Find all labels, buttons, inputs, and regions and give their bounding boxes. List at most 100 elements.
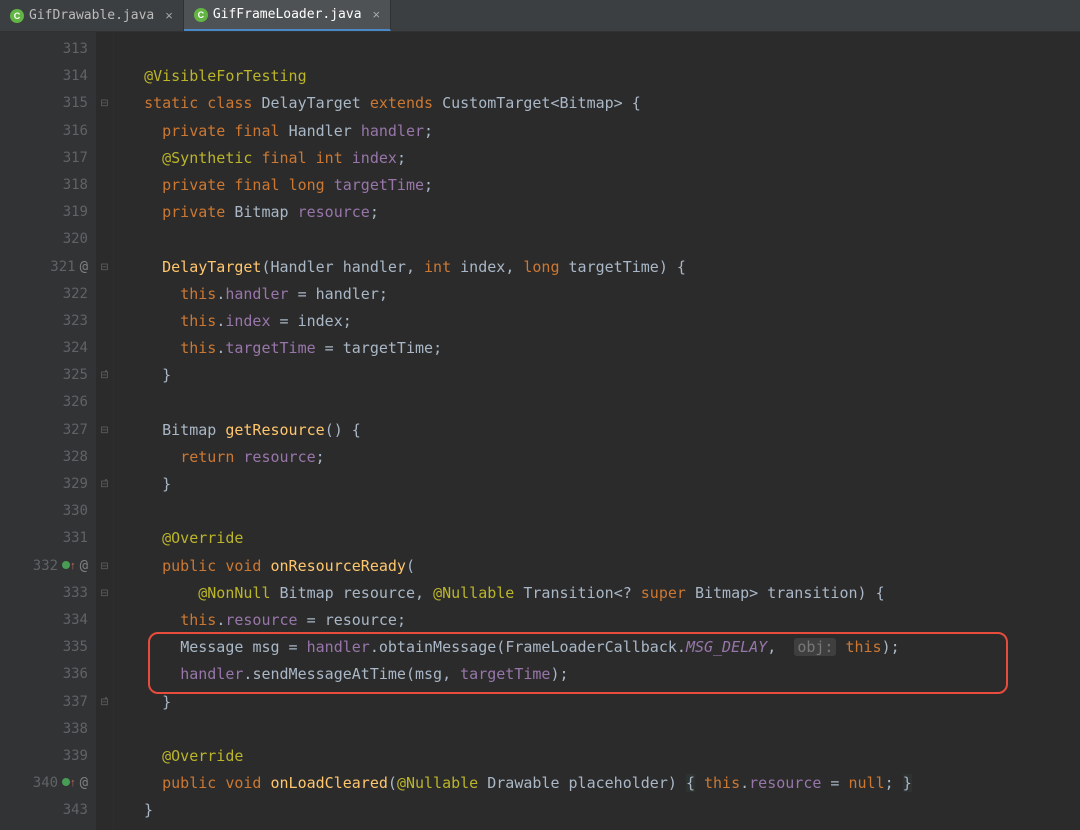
line-number[interactable]: 337 <box>0 689 96 716</box>
code-line[interactable]: } <box>126 689 1080 716</box>
code-line[interactable]: return resource; <box>126 444 1080 471</box>
code-line[interactable]: this.index = index; <box>126 308 1080 335</box>
code-line[interactable] <box>126 36 1080 63</box>
code-line[interactable]: } <box>126 471 1080 498</box>
line-number[interactable]: 332↑@ <box>0 553 96 580</box>
tab-gifdrawable[interactable]: C GifDrawable.java × <box>0 0 184 31</box>
code-line[interactable]: static class DelayTarget extends CustomT… <box>126 90 1080 117</box>
fold-handle[interactable] <box>96 498 113 525</box>
code-line[interactable] <box>126 389 1080 416</box>
code-line[interactable]: @Synthetic final int index; <box>126 145 1080 172</box>
code-line[interactable]: private Bitmap resource; <box>126 199 1080 226</box>
fold-handle[interactable]: ⊟̂ <box>96 362 113 389</box>
code-line[interactable]: this.handler = handler; <box>126 281 1080 308</box>
code-line[interactable]: private final Handler handler; <box>126 118 1080 145</box>
code-line[interactable]: @NonNull Bitmap resource, @Nullable Tran… <box>126 580 1080 607</box>
line-number[interactable]: 321@ <box>0 254 96 281</box>
line-number[interactable]: 320 <box>0 226 96 253</box>
line-number[interactable]: 338 <box>0 716 96 743</box>
code-line[interactable]: DelayTarget(Handler handler, int index, … <box>126 254 1080 281</box>
fold-handle[interactable] <box>96 118 113 145</box>
gutter: 313 314 315 316 317 318 319 320 321@ 322… <box>0 32 96 830</box>
fold-handle[interactable]: ⊟̂ <box>96 689 113 716</box>
fold-handle[interactable] <box>96 607 113 634</box>
line-number[interactable]: 343 <box>0 797 96 824</box>
fold-handle[interactable] <box>96 525 113 552</box>
fold-handle[interactable] <box>96 716 113 743</box>
fold-handle[interactable] <box>96 308 113 335</box>
code-line[interactable]: handler.sendMessageAtTime(msg, targetTim… <box>126 661 1080 688</box>
fold-handle[interactable] <box>96 63 113 90</box>
line-number[interactable]: 323 <box>0 308 96 335</box>
code-line[interactable]: this.resource = resource; <box>126 607 1080 634</box>
code-line[interactable]: public void onResourceReady( <box>126 553 1080 580</box>
code-line[interactable]: private final long targetTime; <box>126 172 1080 199</box>
code-line[interactable]: @Override <box>126 743 1080 770</box>
line-number[interactable]: 335 <box>0 634 96 661</box>
code-line[interactable]: Bitmap getResource() { <box>126 417 1080 444</box>
line-number[interactable]: 340↑@ <box>0 770 96 797</box>
code-line[interactable] <box>126 498 1080 525</box>
fold-handle[interactable] <box>96 444 113 471</box>
fold-handle[interactable] <box>96 226 113 253</box>
fold-handle[interactable]: ⊟ <box>96 417 113 444</box>
override-marker[interactable]: ↑ <box>62 553 76 580</box>
line-number[interactable]: 322 <box>0 281 96 308</box>
fold-handle[interactable] <box>96 199 113 226</box>
code-line[interactable]: this.targetTime = targetTime; <box>126 335 1080 362</box>
code-line[interactable] <box>126 226 1080 253</box>
code-line[interactable]: Message msg = handler.obtainMessage(Fram… <box>126 634 1080 661</box>
fold-handle[interactable] <box>96 770 113 797</box>
fold-handle[interactable] <box>96 743 113 770</box>
fold-handle[interactable] <box>96 281 113 308</box>
line-number[interactable]: 329 <box>0 471 96 498</box>
tab-label: GifFrameLoader.java <box>213 7 362 22</box>
code-line[interactable]: } <box>126 362 1080 389</box>
line-number[interactable]: 318 <box>0 172 96 199</box>
at-marker: @ <box>80 770 88 797</box>
line-number[interactable]: 324 <box>0 335 96 362</box>
fold-handle[interactable] <box>96 389 113 416</box>
fold-handle[interactable] <box>96 797 113 824</box>
line-number[interactable]: 327 <box>0 417 96 444</box>
code-line[interactable] <box>126 716 1080 743</box>
fold-handle[interactable] <box>96 661 113 688</box>
line-number[interactable]: 330 <box>0 498 96 525</box>
line-number[interactable]: 317 <box>0 145 96 172</box>
fold-handle[interactable] <box>96 36 113 63</box>
line-number[interactable]: 326 <box>0 389 96 416</box>
fold-handle[interactable] <box>96 172 113 199</box>
override-marker[interactable]: ↑ <box>62 770 76 797</box>
fold-handle[interactable] <box>96 145 113 172</box>
fold-handle[interactable] <box>96 335 113 362</box>
line-number[interactable]: 339 <box>0 743 96 770</box>
line-number[interactable]: 334 <box>0 607 96 634</box>
line-number[interactable]: 313 <box>0 36 96 63</box>
code-line[interactable]: @VisibleForTesting <box>126 63 1080 90</box>
line-number[interactable]: 328 <box>0 444 96 471</box>
line-number[interactable]: 333 <box>0 580 96 607</box>
editor: 313 314 315 316 317 318 319 320 321@ 322… <box>0 32 1080 830</box>
line-number[interactable]: 331 <box>0 525 96 552</box>
line-number[interactable]: 319 <box>0 199 96 226</box>
fold-handle[interactable]: ⊟ <box>96 254 113 281</box>
fold-handle[interactable]: ⊟ <box>96 90 113 117</box>
tab-gifframeloader[interactable]: C GifFrameLoader.java × <box>184 0 391 31</box>
fold-handle[interactable]: ⊟ <box>96 580 113 607</box>
class-icon: C <box>10 9 24 23</box>
tab-bar: C GifDrawable.java × C GifFrameLoader.ja… <box>0 0 1080 32</box>
line-number[interactable]: 315 <box>0 90 96 117</box>
code-line[interactable]: public void onLoadCleared(@Nullable Draw… <box>126 770 1080 797</box>
line-number[interactable]: 325 <box>0 362 96 389</box>
line-number[interactable]: 314 <box>0 63 96 90</box>
code-area[interactable]: @VisibleForTesting static class DelayTar… <box>114 32 1080 830</box>
code-line[interactable]: @Override <box>126 525 1080 552</box>
line-number[interactable]: 336 <box>0 661 96 688</box>
close-icon[interactable]: × <box>373 7 381 22</box>
fold-handle[interactable]: ⊟ <box>96 553 113 580</box>
line-number[interactable]: 316 <box>0 118 96 145</box>
fold-handle[interactable]: ⊟̂ <box>96 471 113 498</box>
close-icon[interactable]: × <box>165 8 173 23</box>
code-line[interactable]: } <box>126 797 1080 824</box>
fold-handle[interactable] <box>96 634 113 661</box>
